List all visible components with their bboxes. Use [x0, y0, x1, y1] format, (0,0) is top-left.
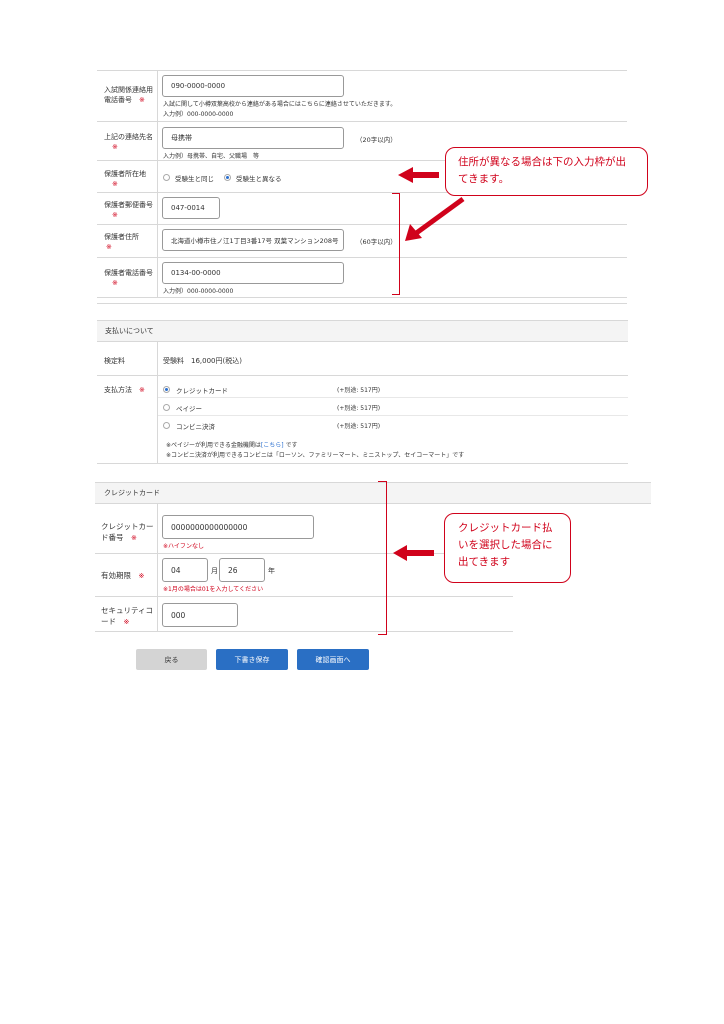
- left-arrow-icon: [398, 167, 439, 183]
- diagonal-arrow-icon: [405, 196, 465, 241]
- left-arrow-icon: [393, 545, 434, 561]
- annotation-arrows: [393, 167, 465, 561]
